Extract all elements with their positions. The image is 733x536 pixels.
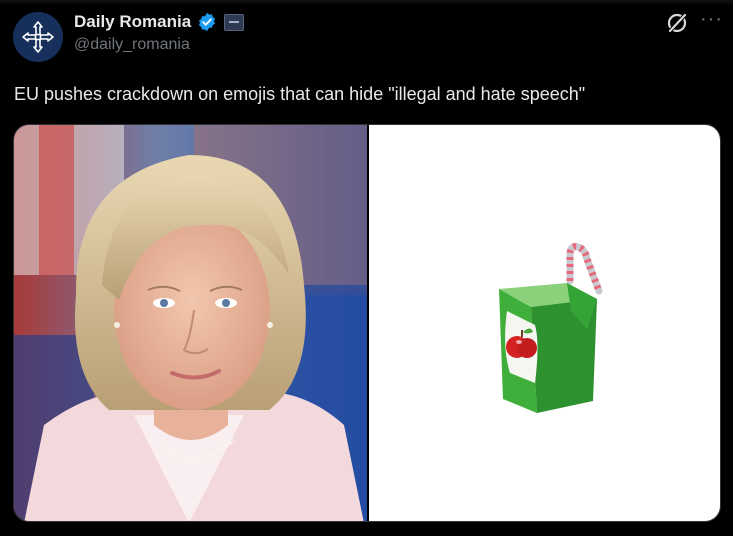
author-avatar[interactable]	[13, 12, 63, 62]
media-grid	[13, 124, 721, 522]
tweet-text: EU pushes crackdown on emojis that can h…	[14, 84, 586, 104]
previous-post-edge	[0, 0, 733, 6]
author-handle[interactable]: @daily_romania	[74, 36, 190, 54]
author-display-name[interactable]: Daily Romania	[74, 12, 191, 32]
affiliation-flag-icon[interactable]	[224, 13, 245, 31]
more-options-button[interactable]: ···	[700, 8, 722, 34]
portrait-illustration	[14, 125, 367, 521]
verified-badge-icon[interactable]	[197, 12, 217, 32]
more-icon: ···	[700, 8, 723, 30]
juice-box-icon	[498, 243, 602, 413]
grok-icon[interactable]	[664, 10, 690, 36]
juice-box-emoji[interactable]	[369, 125, 720, 521]
portrait-photo[interactable]	[14, 125, 367, 521]
four-arrows-cross-icon	[22, 21, 54, 53]
author-name-row: Daily Romania	[74, 10, 245, 34]
